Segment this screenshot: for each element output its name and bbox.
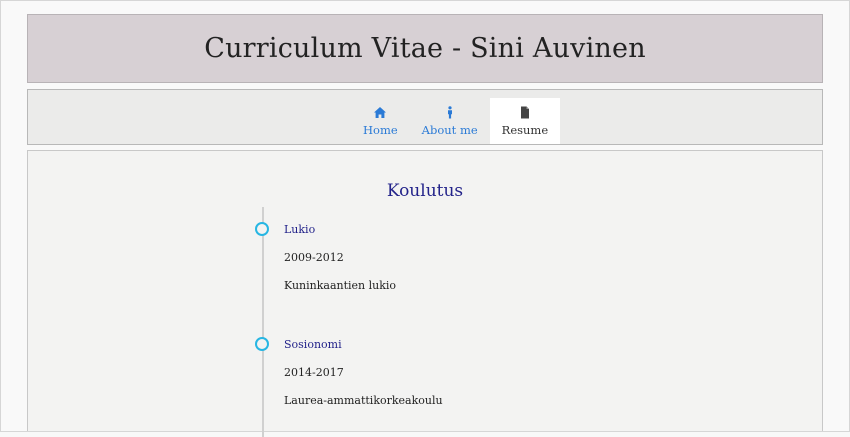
timeline-line (262, 207, 264, 437)
timeline-dot-icon (255, 222, 269, 236)
tab-home-label: Home (363, 123, 398, 137)
tab-home[interactable]: Home (351, 98, 410, 144)
timeline-item-title: Sosionomi (284, 338, 342, 351)
resume-content: Koulutus Lukio 2009-2012 Kuninkaantien l… (27, 150, 823, 437)
timeline-dot-icon (255, 337, 269, 351)
home-icon (374, 107, 387, 118)
timeline-item-years: 2014-2017 (284, 366, 344, 379)
timeline-item-years: 2009-2012 (284, 251, 344, 264)
timeline-item-school: Laurea-ammattikorkeakoulu (284, 394, 443, 407)
navigation-bar: Home About me Resume (27, 89, 823, 145)
tab-about-me-label: About me (421, 123, 478, 137)
nav-tabs: Home About me Resume (351, 98, 561, 144)
timeline-item-school: Kuninkaantien lukio (284, 279, 397, 292)
tab-resume-label: Resume (501, 123, 549, 137)
page-title: Curriculum Vitae - Sini Auvinen (204, 33, 646, 64)
timeline-item-title: Lukio (284, 223, 316, 236)
section-title: Koulutus (386, 181, 464, 201)
page-header: Curriculum Vitae - Sini Auvinen (27, 14, 823, 83)
tab-about-me[interactable]: About me (410, 98, 490, 144)
document-icon (520, 106, 529, 119)
person-icon (447, 106, 452, 119)
tab-resume[interactable]: Resume (489, 98, 561, 144)
